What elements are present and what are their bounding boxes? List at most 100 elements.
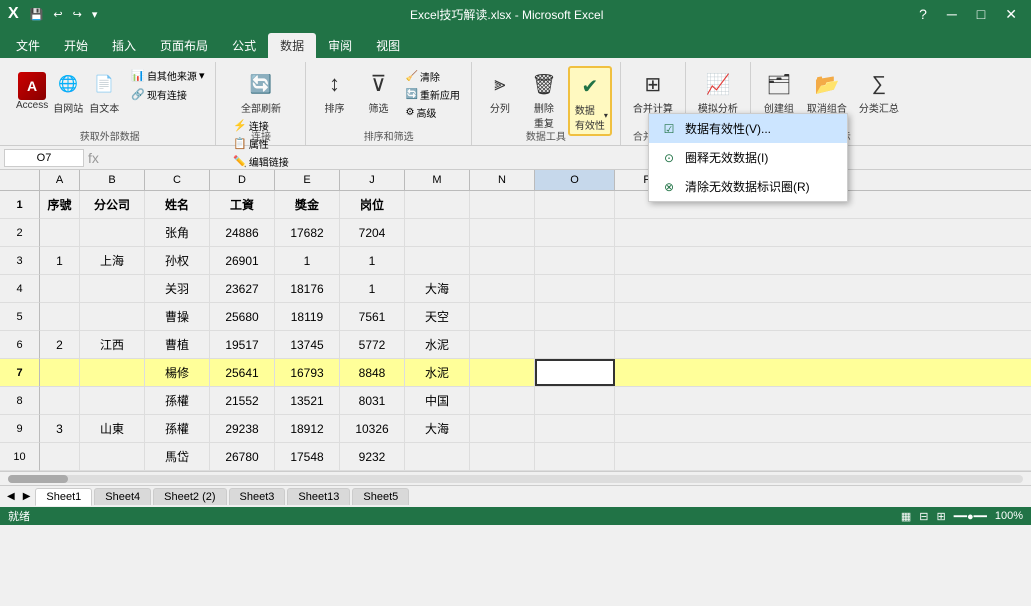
cell-j1[interactable]: 岗位 xyxy=(340,191,405,218)
cell-j6[interactable]: 5772 xyxy=(340,331,405,358)
cell-c5[interactable]: 曹操 xyxy=(145,303,210,330)
page-layout-icon[interactable]: ⊟ xyxy=(919,510,928,523)
cell-c10[interactable]: 馬岱 xyxy=(145,443,210,470)
row-num-1[interactable]: 1 xyxy=(0,191,40,219)
cell-c3[interactable]: 孙权 xyxy=(145,247,210,274)
cell-j5[interactable]: 7561 xyxy=(340,303,405,330)
help-icon[interactable]: ? xyxy=(913,4,933,25)
cell-c9[interactable]: 孫權 xyxy=(145,415,210,442)
cell-d8[interactable]: 21552 xyxy=(210,387,275,414)
quick-undo-icon[interactable]: ↩ xyxy=(50,6,65,23)
tab-data[interactable]: 数据 xyxy=(268,33,316,58)
cell-m8[interactable]: 中国 xyxy=(405,387,470,414)
col-header-j[interactable]: J xyxy=(340,170,405,190)
cell-o2[interactable] xyxy=(535,219,615,246)
cell-d6[interactable]: 19517 xyxy=(210,331,275,358)
cell-d3[interactable]: 26901 xyxy=(210,247,275,274)
col-header-n[interactable]: N xyxy=(470,170,535,190)
cell-o6[interactable] xyxy=(535,331,615,358)
cell-c2[interactable]: 张角 xyxy=(145,219,210,246)
col-header-a[interactable]: A xyxy=(40,170,80,190)
col-header-o[interactable]: O xyxy=(535,170,615,190)
sheet-tab-sheet3[interactable]: Sheet3 xyxy=(229,488,286,505)
cell-e7[interactable]: 16793 xyxy=(275,359,340,386)
menu-item-validity[interactable]: ☑ 数据有效性(V)... xyxy=(649,114,847,143)
cell-n3[interactable] xyxy=(470,247,535,274)
cell-a2[interactable] xyxy=(40,219,80,246)
cell-j9[interactable]: 10326 xyxy=(340,415,405,442)
cell-d5[interactable]: 25680 xyxy=(210,303,275,330)
sheet-tab-sheet5[interactable]: Sheet5 xyxy=(352,488,409,505)
cell-c6[interactable]: 曹植 xyxy=(145,331,210,358)
cell-o1[interactable] xyxy=(535,191,615,218)
cell-e10[interactable]: 17548 xyxy=(275,443,340,470)
cell-n4[interactable] xyxy=(470,275,535,302)
create-group-btn[interactable]: 🗂 创建组 xyxy=(759,66,799,117)
cell-o4[interactable] xyxy=(535,275,615,302)
cell-a7[interactable] xyxy=(40,359,80,386)
reapply-btn[interactable]: 🔄 重新应用 xyxy=(402,86,462,103)
row-num-8[interactable]: 8 xyxy=(0,387,40,415)
cell-d4[interactable]: 23627 xyxy=(210,275,275,302)
cell-c8[interactable]: 孫權 xyxy=(145,387,210,414)
cell-c7[interactable]: 楊修 xyxy=(145,359,210,386)
cell-e1[interactable]: 獎金 xyxy=(275,191,340,218)
cell-j8[interactable]: 8031 xyxy=(340,387,405,414)
cell-b3[interactable]: 上海 xyxy=(80,247,145,274)
menu-item-clear-circles[interactable]: ⊗ 清除无效数据标识圈(R) xyxy=(649,172,847,201)
tab-formula[interactable]: 公式 xyxy=(220,33,268,58)
sheet-tab-sheet13[interactable]: Sheet13 xyxy=(287,488,350,505)
cell-j10[interactable]: 9232 xyxy=(340,443,405,470)
subtotal-btn[interactable]: ∑ 分类汇总 xyxy=(855,66,903,117)
quick-redo-icon[interactable]: ↪ xyxy=(70,6,85,23)
cell-m5[interactable]: 天空 xyxy=(405,303,470,330)
sheet-tab-nav-right[interactable]: ▶ xyxy=(20,491,34,502)
close-btn[interactable]: ✕ xyxy=(999,4,1023,25)
cell-b4[interactable] xyxy=(80,275,145,302)
edit-links-btn[interactable]: ✏️ 编辑链接 xyxy=(230,153,292,170)
cell-a9[interactable]: 3 xyxy=(40,415,80,442)
merge-calc-btn[interactable]: ⊞ 合并计算 xyxy=(629,66,677,117)
cell-d7[interactable]: 25641 xyxy=(210,359,275,386)
cell-b1[interactable]: 分公司 xyxy=(80,191,145,218)
cell-a5[interactable] xyxy=(40,303,80,330)
split-btn[interactable]: ⫸ 分列 xyxy=(480,66,520,136)
cell-m9[interactable]: 大海 xyxy=(405,415,470,442)
cell-n5[interactable] xyxy=(470,303,535,330)
row-num-10[interactable]: 10 xyxy=(0,443,40,471)
cell-b2[interactable] xyxy=(80,219,145,246)
cell-d10[interactable]: 26780 xyxy=(210,443,275,470)
cell-o5[interactable] xyxy=(535,303,615,330)
cell-a3[interactable]: 1 xyxy=(40,247,80,274)
other-sources-btn[interactable]: 📊 自其他来源 ▾ xyxy=(128,67,207,84)
tab-file[interactable]: 文件 xyxy=(4,33,52,58)
cell-d9[interactable]: 29238 xyxy=(210,415,275,442)
access-button[interactable]: A Access 🌐 自网站 📄 自文本 xyxy=(12,66,124,117)
ungroup-btn[interactable]: 📂 取消组合 xyxy=(803,66,851,117)
cell-n10[interactable] xyxy=(470,443,535,470)
menu-item-circle-invalid[interactable]: ⊙ 圈释无效数据(I) xyxy=(649,143,847,172)
row-num-6[interactable]: 6 xyxy=(0,331,40,359)
cell-j4[interactable]: 1 xyxy=(340,275,405,302)
cell-o10[interactable] xyxy=(535,443,615,470)
cell-e5[interactable]: 18119 xyxy=(275,303,340,330)
existing-connections-btn[interactable]: 🔗 现有连接 xyxy=(128,86,207,103)
cell-b9[interactable]: 山東 xyxy=(80,415,145,442)
cell-n2[interactable] xyxy=(470,219,535,246)
tab-view[interactable]: 视图 xyxy=(364,33,412,58)
cell-e9[interactable]: 18912 xyxy=(275,415,340,442)
sheet-tab-sheet1[interactable]: Sheet1 xyxy=(35,488,92,506)
filter-btn[interactable]: ⊽ 筛选 xyxy=(358,66,398,117)
cell-n6[interactable] xyxy=(470,331,535,358)
row-num-5[interactable]: 5 xyxy=(0,303,40,331)
cell-e6[interactable]: 13745 xyxy=(275,331,340,358)
data-validity-dropdown[interactable]: ▾ xyxy=(604,111,608,120)
cell-a8[interactable] xyxy=(40,387,80,414)
cell-j7[interactable]: 8848 xyxy=(340,359,405,386)
cell-a4[interactable] xyxy=(40,275,80,302)
data-validity-btn[interactable]: ✔ 数据有效性 ▾ xyxy=(568,66,612,136)
cell-m4[interactable]: 大海 xyxy=(405,275,470,302)
remove-dups-btn[interactable]: 🗑 删除重复 xyxy=(524,66,564,136)
cell-m1[interactable] xyxy=(405,191,470,218)
cell-b5[interactable] xyxy=(80,303,145,330)
